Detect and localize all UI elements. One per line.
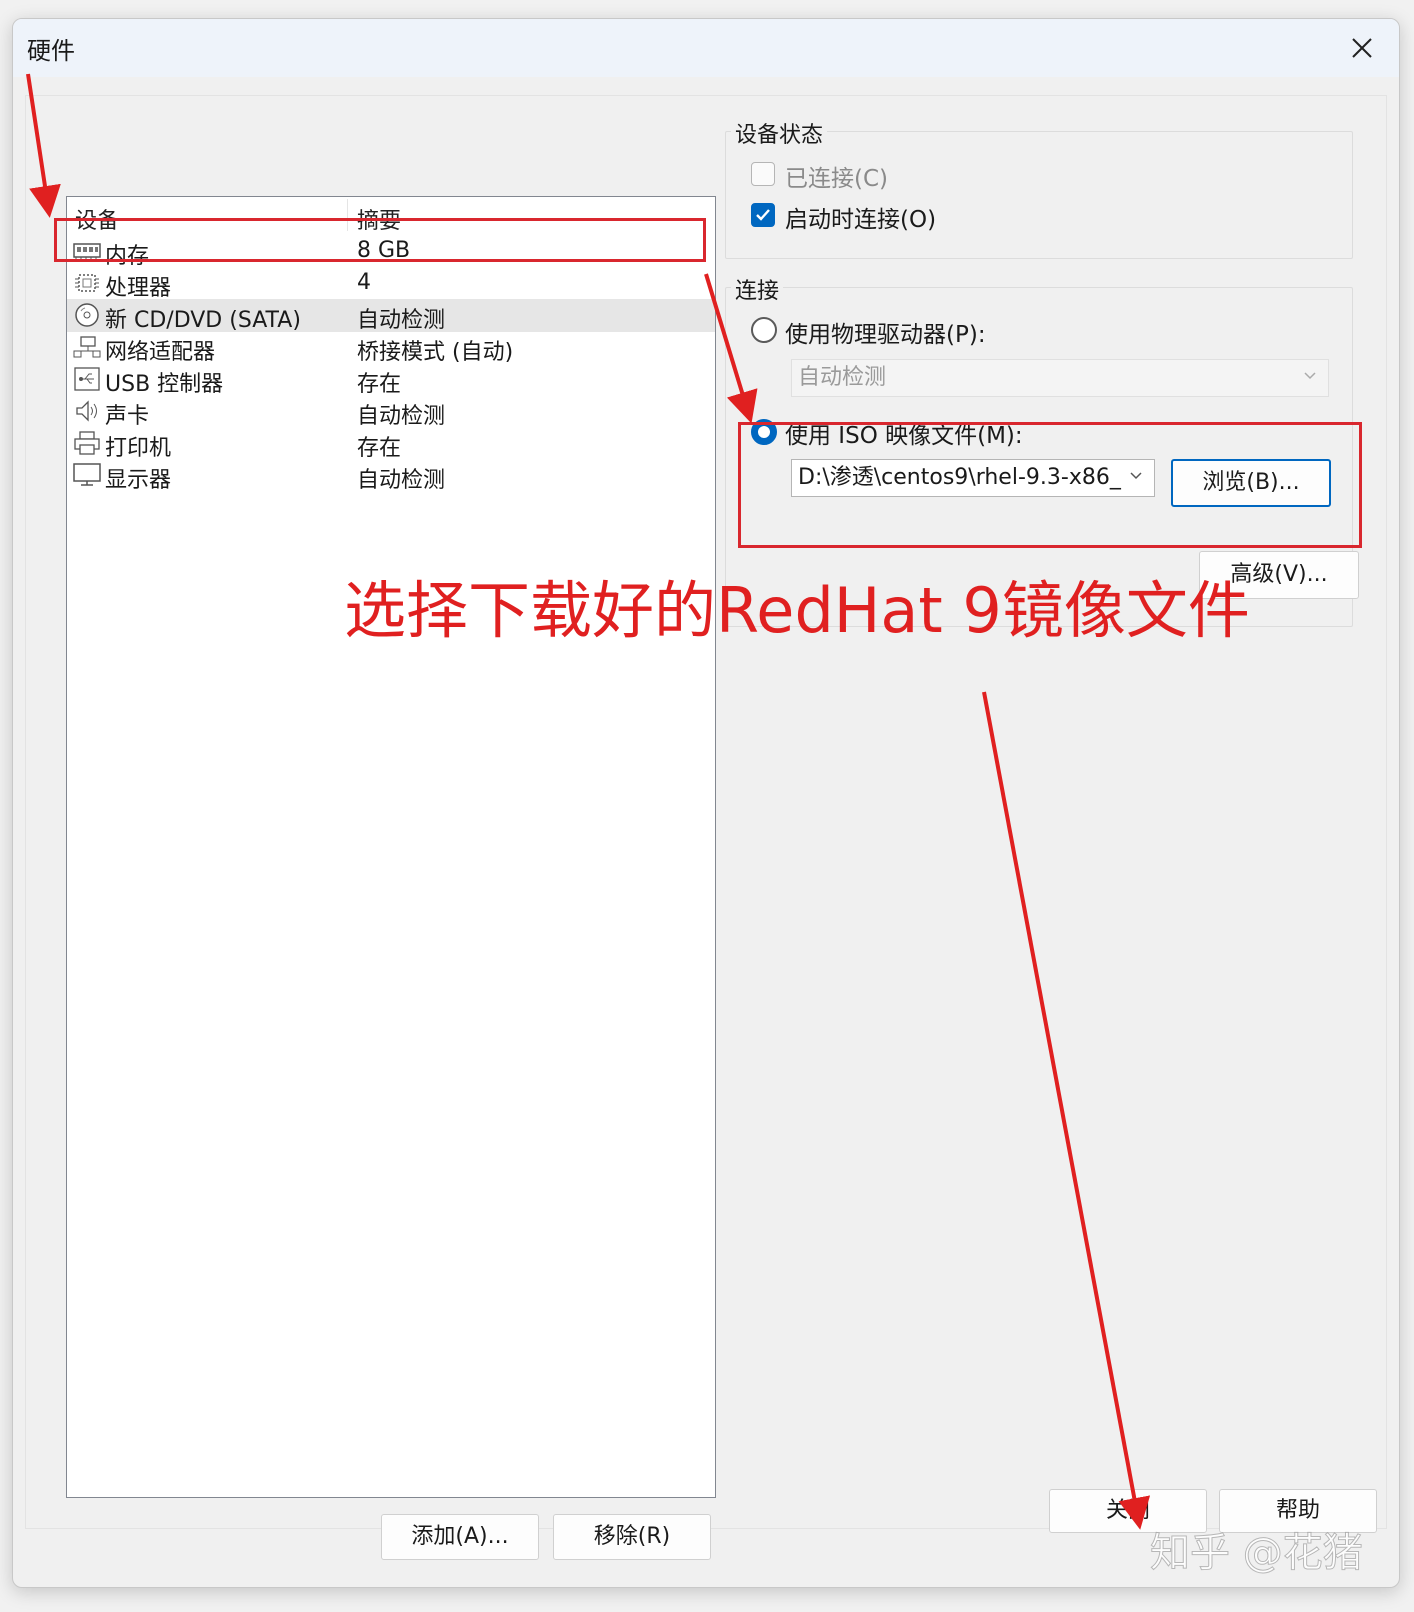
- connect-at-power-on-label[interactable]: 启动时连接(O): [785, 200, 936, 234]
- use-physical-drive-radio[interactable]: [751, 317, 777, 343]
- chevron-down-icon: [1304, 372, 1316, 380]
- device-name: 打印机: [105, 436, 172, 461]
- highlight-iso-section: [738, 422, 1362, 548]
- device-name: 处理器: [105, 276, 172, 301]
- device-name: 网络适配器: [105, 340, 216, 365]
- device-row-processor[interactable]: 处理器 4: [67, 267, 715, 301]
- connected-checkbox[interactable]: [751, 162, 775, 186]
- connection-label: 连接: [731, 273, 784, 305]
- device-row-cd-dvd[interactable]: 新 CD/DVD (SATA) 自动检测: [67, 299, 715, 333]
- remove-device-button[interactable]: 移除(R): [553, 1514, 711, 1560]
- watermark: 知乎 @花猪: [1150, 1530, 1364, 1577]
- device-summary: 自动检测: [357, 308, 446, 333]
- device-name: 新 CD/DVD (SATA): [105, 308, 301, 333]
- device-list[interactable]: 设备 摘要 内存 8 GB 处理器 4 新 CD/DVD (SATA) 自动检测…: [66, 196, 716, 1498]
- device-row-usb[interactable]: USB 控制器 存在: [67, 363, 715, 397]
- close-icon[interactable]: [1347, 33, 1377, 63]
- device-name: 声卡: [105, 404, 150, 429]
- device-summary: 自动检测: [357, 404, 446, 429]
- connect-at-power-on-checkbox[interactable]: [751, 203, 775, 227]
- device-summary: 桥接模式 (自动): [357, 340, 514, 365]
- device-row-sound[interactable]: 声卡 自动检测: [67, 395, 715, 429]
- window-title: 硬件: [27, 37, 75, 65]
- device-summary: 存在: [357, 436, 402, 461]
- usb-icon: [74, 367, 100, 391]
- device-status-group: [725, 131, 1353, 259]
- device-name: 显示器: [105, 468, 172, 493]
- cd-dvd-icon: [75, 303, 99, 327]
- connected-label[interactable]: 已连接(C): [785, 159, 888, 193]
- speaker-icon: [76, 400, 97, 422]
- device-summary: 4: [357, 270, 371, 295]
- device-row-network[interactable]: 网络适配器 桥接模式 (自动): [67, 331, 715, 365]
- device-name: USB 控制器: [105, 372, 224, 397]
- title-bar: 硬件: [13, 19, 1399, 77]
- device-row-display[interactable]: 显示器 自动检测: [67, 459, 715, 493]
- annotation-text: 选择下载好的RedHat 9镜像文件: [344, 574, 1250, 647]
- highlight-cd-dvd-row: [54, 218, 706, 262]
- device-status-label: 设备状态: [731, 117, 828, 149]
- physical-drive-dropdown[interactable]: 自动检测: [791, 359, 1329, 397]
- add-device-button[interactable]: 添加(A)...: [381, 1514, 539, 1560]
- printer-icon: [74, 431, 100, 455]
- network-icon: [73, 336, 101, 358]
- device-row-printer[interactable]: 打印机 存在: [67, 427, 715, 461]
- use-physical-drive-label[interactable]: 使用物理驱动器(P):: [785, 315, 986, 349]
- monitor-icon: [73, 463, 101, 486]
- physical-drive-value: 自动检测: [798, 365, 887, 390]
- cpu-icon: [75, 274, 99, 292]
- device-summary: 存在: [357, 372, 402, 397]
- device-summary: 自动检测: [357, 468, 446, 493]
- checkmark-icon: [756, 209, 770, 221]
